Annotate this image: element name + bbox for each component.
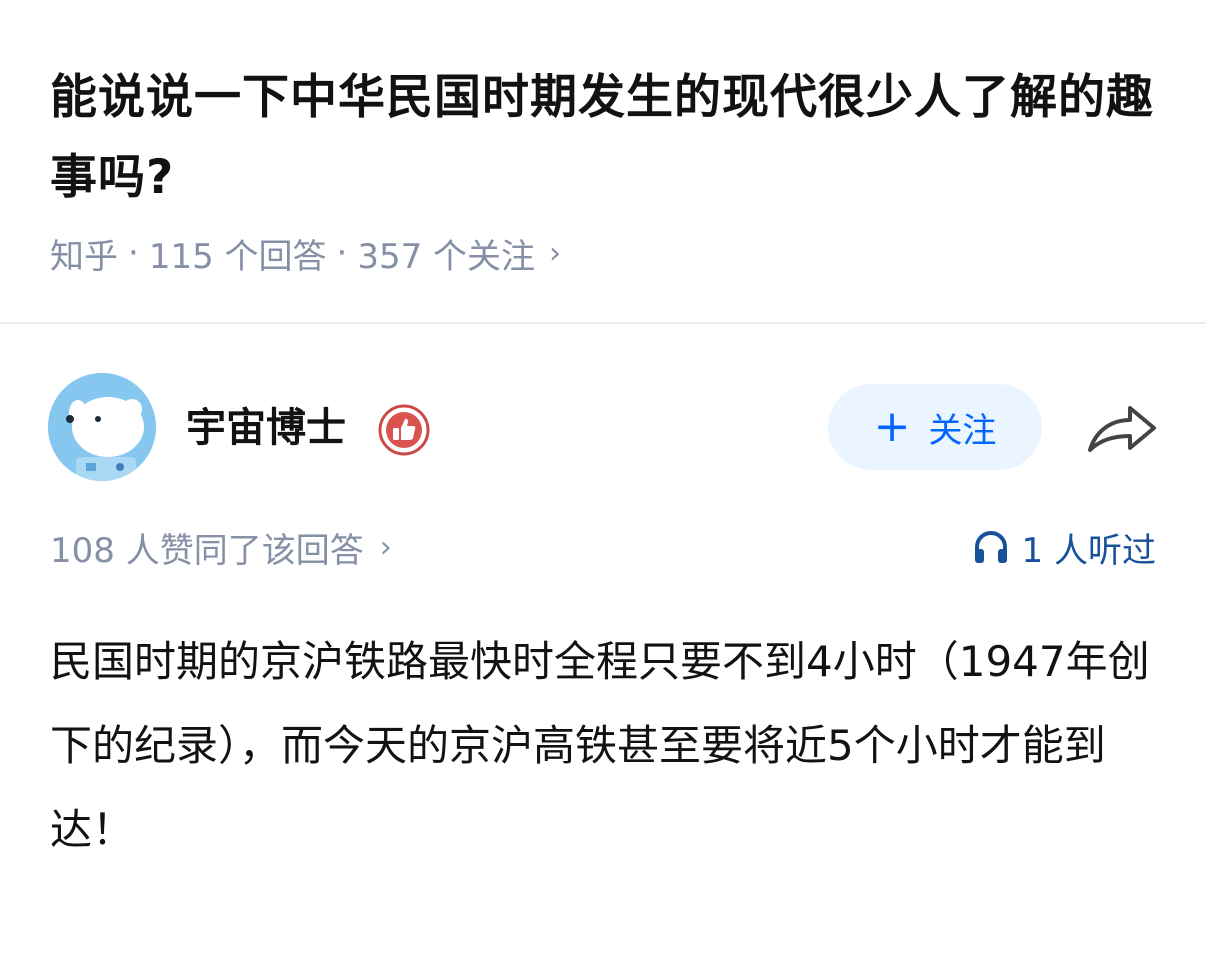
chevron-right-icon: › [549,235,562,271]
vote-count: 108 人赞同了该回答 [50,530,364,571]
plus-icon: + [873,401,911,452]
astronaut-dog-avatar [48,373,156,481]
headphones-icon [974,531,1007,563]
follower-count: 357 个关注 [357,236,536,277]
meta-separator: · [336,233,348,273]
meta-separator: · [128,233,139,273]
listen-count: 1 人听过 [1021,530,1156,571]
question-meta[interactable]: 知乎 · 115 个回答 · 357 个关注 › [50,228,561,278]
share-arrow-icon[interactable] [1086,398,1158,460]
author-avatar[interactable] [48,373,156,481]
answer-count: 115 个回答 [148,236,327,277]
chevron-right-icon: › [379,529,392,565]
answer-text: 民国时期的京沪铁路最快时全程只要不到4小时（1947年创下的纪录），而今天的京沪… [50,637,1150,854]
zhihu-answer-page: 能说说一下中华民国时期发生的现代很少人了解的趣事吗? 知乎 · 115 个回答 … [0,0,1206,970]
listen-summary[interactable]: 1 人听过 [972,522,1156,572]
section-divider [0,322,1206,324]
question-header: 能说说一下中华民国时期发生的现代很少人了解的趣事吗? 知乎 · 115 个回答 … [0,0,1206,322]
author-name[interactable]: 宇宙博士 [186,398,346,458]
question-title[interactable]: 能说说一下中华民国时期发生的现代很少人了解的趣事吗? [50,58,1160,218]
site-name: 知乎 [50,236,118,277]
vote-summary[interactable]: 108 人赞同了该回答 › [50,522,392,572]
follow-label: 关注 [928,410,997,451]
follow-button[interactable]: + 关注 [828,384,1042,470]
thumbs-up-badge-icon [378,404,430,456]
